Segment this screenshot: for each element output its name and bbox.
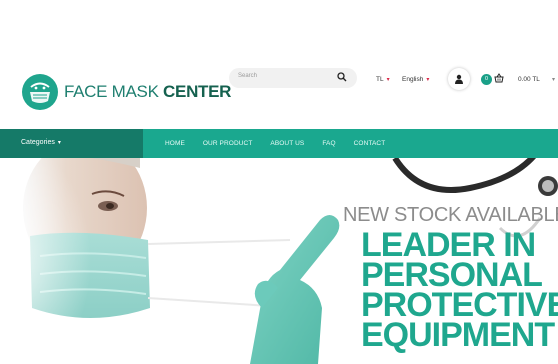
hero-banner[interactable]: NEW STOCK AVAILABLE LEADER IN PERSONAL P… (0, 158, 558, 364)
nav-item-contact[interactable]: CONTACT (354, 140, 386, 147)
categories-dropdown[interactable]: Categories ▾ (0, 129, 143, 158)
basket-icon[interactable] (494, 73, 504, 83)
search-icon[interactable] (337, 72, 347, 82)
page: FACE MASK CENTER Search TL▾ English▾ 0 (0, 0, 558, 364)
language-value: English (402, 76, 424, 83)
currency-select[interactable]: TL ▾ (376, 76, 390, 83)
logo-text: FACE MASK CENTER (64, 82, 231, 102)
chevron-down-icon: ▾ (386, 77, 390, 83)
nav-item-faq[interactable]: FAQ (322, 140, 335, 147)
currency-value: TL (376, 76, 384, 83)
language-select[interactable]: English ▾ (402, 76, 429, 83)
nav-item-about-us[interactable]: ABOUT US (270, 140, 304, 147)
logo-text-bold: CENTER (163, 82, 232, 101)
cart-count-badge: 0 (481, 74, 492, 85)
search-input[interactable]: Search (229, 68, 357, 88)
chevron-down-icon[interactable]: ▾ (552, 76, 555, 83)
nav-item-home[interactable]: HOME (165, 140, 185, 147)
chevron-down-icon: ▾ (426, 77, 430, 83)
mask-logo-icon (22, 74, 58, 110)
site-logo[interactable]: FACE MASK CENTER (22, 74, 231, 110)
account-button[interactable] (448, 68, 470, 90)
hero-title: LEADER IN PERSONAL PROTECTIVE EQUIPMENT (361, 228, 558, 354)
user-icon (455, 74, 463, 84)
site-header: FACE MASK CENTER Search TL▾ English▾ 0 (0, 0, 558, 128)
logo-text-light: FACE MASK (64, 82, 159, 101)
cart-total[interactable]: 0.00 TL (518, 76, 540, 83)
hero-title-line: EQUIPMENT (361, 316, 555, 354)
categories-label: Categories (21, 139, 55, 146)
hero-subtitle: NEW STOCK AVAILABLE (343, 204, 558, 226)
chevron-down-icon: ▾ (57, 140, 61, 146)
search-placeholder: Search (238, 73, 258, 79)
main-navigation: Categories ▾ HOME OUR PRODUCT ABOUT US FA… (0, 129, 558, 158)
nav-item-our-product[interactable]: OUR PRODUCT (203, 140, 253, 147)
nav-menu: HOME OUR PRODUCT ABOUT US FAQ CONTACT (165, 140, 403, 147)
